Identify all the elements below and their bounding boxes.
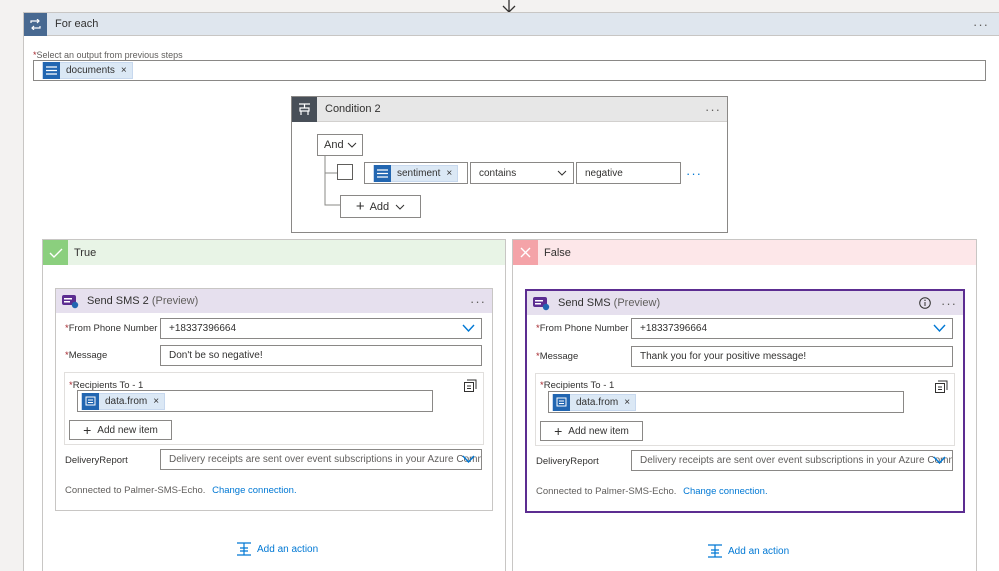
close-icon [513,240,538,265]
token-event-icon [82,392,99,410]
loop-icon [24,12,47,36]
true-branch-header: True [43,240,505,265]
from-phone-label: *From Phone Number [536,323,629,334]
recipient-item-input[interactable]: data.from × [77,390,433,412]
condition-left-operand[interactable]: sentiment × [364,162,468,184]
documents-token[interactable]: documents × [42,62,133,79]
data-from-token[interactable]: data.from × [81,392,166,410]
delivery-report-select[interactable]: Delivery receipts are sent over event su… [631,450,953,471]
card-title: Send SMS [558,297,611,309]
send-sms-header[interactable]: Send SMS (Preview) ··· [527,291,963,315]
info-icon[interactable] [919,297,931,309]
condition-row-more-button[interactable]: ··· [686,166,702,181]
chevron-down-icon [462,324,475,332]
token-remove-icon[interactable]: × [446,168,457,179]
true-add-action-button[interactable]: Add an action [236,542,318,556]
delivery-report-label: DeliveryReport [536,456,599,467]
plus-icon: + [355,198,365,215]
recipient-item-input[interactable]: data.from × [548,391,904,413]
group-operator-select[interactable]: And [317,134,363,156]
token-event-icon [553,393,570,411]
card-more-button[interactable]: ··· [941,297,957,310]
foreach-header[interactable]: For each ··· [24,12,999,36]
chevron-down-icon [347,142,357,148]
plus-icon: + [83,422,92,438]
token-remove-icon[interactable]: × [624,397,635,408]
condition-title: Condition 2 [325,103,381,115]
chevron-down-icon [933,456,946,464]
token-list-icon [43,62,60,79]
preview-label: (Preview) [151,295,199,307]
sentiment-token[interactable]: sentiment × [373,164,459,182]
token-remove-icon[interactable]: × [121,65,132,76]
chevron-down-icon [933,324,946,332]
from-phone-select[interactable]: +18337396664 [160,318,482,339]
add-new-item-button[interactable]: + Add new item [540,421,643,441]
recipients-label: *Recipients To - 1 [540,380,615,391]
message-input[interactable]: Don't be so negative! [160,345,482,366]
condition-more-button[interactable]: ··· [705,103,721,116]
switch-to-array-icon[interactable] [935,380,948,393]
switch-to-array-icon[interactable] [464,379,477,392]
message-input[interactable]: Thank you for your positive message! [631,346,953,367]
sms-icon [59,290,81,312]
change-connection-link[interactable]: Change connection. [212,485,297,496]
card-more-button[interactable]: ··· [470,295,486,308]
change-connection-link[interactable]: Change connection. [683,486,768,497]
add-action-icon [708,544,722,558]
preview-label: (Preview) [613,297,661,309]
message-label: *Message [65,350,108,361]
false-add-action-button[interactable]: Add an action [707,544,789,558]
data-from-token[interactable]: data.from × [552,393,637,411]
foreach-output-field[interactable]: documents × [33,60,986,81]
send-sms-2-header[interactable]: Send SMS 2 (Preview) ··· [56,289,492,313]
row-select-checkbox[interactable] [337,164,353,180]
delivery-report-label: DeliveryReport [65,455,128,466]
plus-icon: + [554,423,563,439]
false-branch-header: False [513,240,976,265]
sms-icon [530,292,552,314]
card-title: Send SMS 2 [87,295,149,307]
add-new-item-button[interactable]: + Add new item [69,420,172,440]
chevron-down-icon [462,455,475,463]
condition-add-button[interactable]: + Add [340,195,421,218]
connection-info: Connected to Palmer-SMS-Echo. Change con… [65,485,297,496]
token-remove-icon[interactable]: × [153,396,164,407]
condition-header[interactable]: Condition 2 ··· [292,96,727,122]
chevron-down-icon [395,204,405,210]
connection-info: Connected to Palmer-SMS-Echo. Change con… [536,486,768,497]
foreach-select-label: *Select an output from previous steps [33,50,183,60]
delivery-report-select[interactable]: Delivery receipts are sent over event su… [160,449,482,470]
chevron-down-icon [557,170,567,176]
condition-value-input[interactable]: negative [576,162,681,184]
add-action-icon [237,542,251,556]
foreach-title: For each [55,18,99,30]
from-phone-select[interactable]: +18337396664 [631,318,953,339]
token-list-icon [374,164,391,182]
from-phone-label: *From Phone Number [65,323,158,334]
foreach-more-button[interactable]: ··· [973,18,989,31]
condition-operator-select[interactable]: contains [470,162,574,184]
message-label: *Message [536,351,579,362]
check-icon [43,240,68,265]
condition-icon [292,96,317,122]
